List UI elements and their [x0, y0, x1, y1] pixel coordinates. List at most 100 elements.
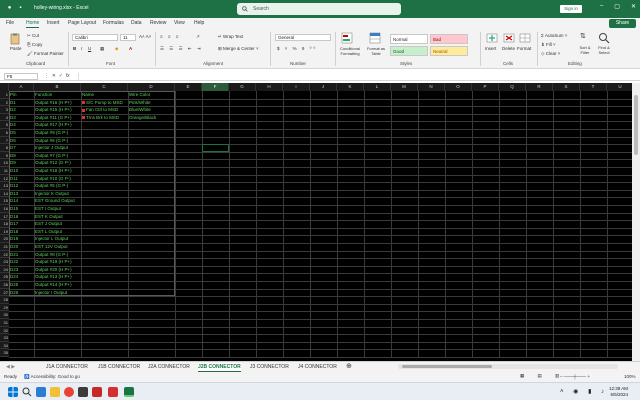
conditional-formatting-icon[interactable] [341, 32, 353, 44]
row-header[interactable]: 9 [0, 151, 9, 160]
style-neutral[interactable]: Neutral [430, 46, 468, 56]
system-tray-icons[interactable]: ˄ ◉ ▮ ♪ [560, 388, 608, 395]
italic-icon[interactable]: I [81, 46, 82, 51]
copy-button[interactable]: ⎘ Copy [27, 42, 42, 47]
format-cells-button[interactable]: Format [517, 46, 531, 51]
format-as-table-icon[interactable] [369, 32, 381, 44]
sort-filter-button[interactable]: Sort & Filter [576, 45, 594, 55]
column-header-b[interactable]: B [34, 83, 81, 91]
sheet-tab-j2b[interactable]: J2B CONNECTOR [198, 363, 241, 372]
find-select-button[interactable]: Find & Select [594, 45, 614, 55]
merge-center-button[interactable]: ⊞ Merge & Center ˅ [218, 46, 259, 52]
row-header[interactable]: 10 [0, 159, 9, 167]
font-grow-shrink-icon[interactable]: A˄ A˅ [139, 34, 151, 39]
row-header[interactable]: 34 [0, 341, 9, 350]
row-header[interactable]: 24 [0, 265, 9, 274]
tab-file[interactable]: File [6, 20, 14, 26]
wrap-text-button[interactable]: ↵ Wrap Text [218, 34, 243, 40]
row-header[interactable]: 32 [0, 326, 9, 335]
font-name-select[interactable]: Calibri [72, 34, 118, 41]
column-header-h[interactable]: H [256, 83, 283, 91]
find-select-icon[interactable] [598, 32, 610, 44]
row-header[interactable]: 19 [0, 227, 9, 236]
tab-page-layout[interactable]: Page Layout [68, 20, 96, 26]
row-header[interactable]: 26 [0, 281, 9, 289]
delete-cells-icon[interactable] [503, 32, 515, 44]
insert-cells-icon[interactable] [486, 32, 498, 44]
autosum-button[interactable]: Σ AutoSum ˅ [541, 33, 567, 38]
sheet-tab-j3[interactable]: J3 CONNECTOR [250, 363, 289, 371]
app-icon[interactable] [78, 387, 88, 397]
column-header-m[interactable]: M [391, 83, 418, 91]
column-header-a[interactable]: A [9, 83, 34, 91]
minimize-icon[interactable]: – [600, 3, 603, 10]
fill-button[interactable]: ⬇ Fill ˅ [541, 42, 556, 48]
scroll-thumb[interactable] [634, 95, 638, 155]
formula-input[interactable] [78, 73, 634, 80]
sheet-tab-j2a[interactable]: J2A CONNECTOR [148, 363, 190, 371]
sheet-tab-j4[interactable]: J4 CONNECTOR [298, 363, 337, 371]
tab-data[interactable]: Data [131, 20, 142, 26]
select-all-corner[interactable] [0, 83, 9, 91]
file-explorer-icon[interactable] [36, 387, 46, 397]
column-header-s[interactable]: S [553, 83, 580, 91]
sheet-tab-j1a[interactable]: J1A CONNECTOR [46, 363, 88, 371]
conditional-formatting-button[interactable]: Conditional Formatting [337, 46, 363, 56]
view-buttons[interactable]: ▦ ▤ ▥ [520, 373, 565, 379]
row-header[interactable]: 23 [0, 258, 9, 266]
acrobat-icon[interactable] [108, 387, 118, 397]
spreadsheet-grid[interactable]: ABCDEFGHIJKLMNOPQRSTUV123456789101112131… [0, 83, 632, 361]
column-header-o[interactable]: O [445, 83, 472, 91]
row-header[interactable]: 18 [0, 220, 9, 228]
row-header[interactable]: 21 [0, 243, 9, 251]
column-header-l[interactable]: L [364, 83, 391, 91]
row-header[interactable]: 29 [0, 303, 9, 312]
column-header-q[interactable]: Q [499, 83, 526, 91]
style-normal[interactable]: Normal [390, 34, 428, 44]
fill-color-icon[interactable]: ◆ [115, 46, 118, 52]
vertical-align-icons[interactable]: ≡ ≡ ≡ [160, 34, 180, 39]
column-header-k[interactable]: K [337, 83, 364, 91]
zoom-slider[interactable]: – ───┼─── + [560, 374, 590, 379]
autosave-icon[interactable]: ● [6, 4, 13, 12]
row-header[interactable]: 2 [0, 98, 9, 107]
cut-button[interactable]: ✂ Cut [27, 33, 39, 39]
tab-insert[interactable]: Insert [47, 20, 60, 26]
delete-cells-button[interactable]: Delete [502, 46, 515, 51]
orientation-icon[interactable]: ↗ [196, 34, 200, 40]
number-format-select[interactable]: General [275, 34, 331, 41]
close-icon[interactable]: ✕ [631, 3, 636, 10]
column-header-n[interactable]: N [418, 83, 445, 91]
row-header[interactable]: 30 [0, 311, 9, 319]
sheet-tab-j1b[interactable]: J1B CONNECTOR [98, 363, 140, 371]
app-icon-red[interactable] [92, 387, 102, 397]
tab-review[interactable]: Review [150, 20, 166, 26]
column-header-r[interactable]: R [526, 83, 553, 91]
row-header[interactable]: 4 [0, 113, 9, 122]
add-sheet-icon[interactable]: ⊕ [346, 361, 352, 371]
row-header[interactable]: 25 [0, 273, 9, 281]
underline-icon[interactable]: U [88, 46, 91, 51]
row-header[interactable]: 6 [0, 129, 9, 137]
row-header[interactable]: 20 [0, 235, 9, 243]
row-header[interactable]: 5 [0, 121, 9, 129]
format-as-table-button[interactable]: Format as Table [365, 46, 387, 56]
column-header-u[interactable]: U [607, 83, 632, 91]
clear-button[interactable]: ◇ Clear ˅ [541, 51, 560, 57]
tab-view[interactable]: View [174, 20, 185, 26]
zoom-level[interactable]: 100% [624, 374, 636, 379]
column-header-d[interactable]: D [128, 83, 175, 91]
sort-filter-icon[interactable]: ⇅ [580, 32, 586, 40]
row-header[interactable]: 8 [0, 144, 9, 152]
font-color-icon[interactable]: A [129, 46, 132, 51]
accessibility-status[interactable]: ♿ Accessibility: Good to go [24, 374, 80, 380]
name-box[interactable]: F8 [4, 73, 38, 80]
row-header[interactable]: 31 [0, 319, 9, 327]
bold-icon[interactable]: B [73, 46, 76, 51]
row-header[interactable]: 28 [0, 296, 9, 304]
row-header[interactable]: 15 [0, 197, 9, 205]
row-header[interactable]: 3 [0, 106, 9, 114]
scroll-thumb[interactable] [402, 365, 492, 368]
row-header[interactable]: 17 [0, 212, 9, 221]
selected-cell[interactable] [202, 144, 229, 152]
